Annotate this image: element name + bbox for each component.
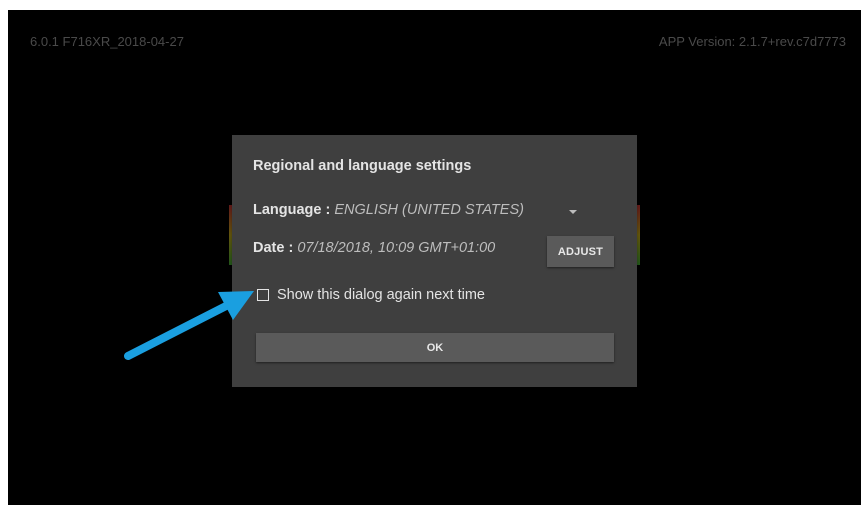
show-dialog-again-checkbox-row[interactable]: Show this dialog again next time [257,287,485,303]
date-row: Date : 07/18/2018, 10:09 GMT+01:00 [253,240,495,256]
dropdown-arrow-icon[interactable] [569,210,577,214]
language-value: ENGLISH (UNITED STATES) [334,202,524,218]
date-label: Date : [253,240,298,256]
background-edge-mark-right [637,205,640,265]
dialog-title: Regional and language settings [253,158,472,174]
ok-button[interactable]: OK [256,333,614,362]
regional-language-dialog: Regional and language settings Language … [232,135,637,387]
show-dialog-again-label[interactable]: Show this dialog again next time [277,287,485,303]
date-value: 07/18/2018, 10:09 GMT+01:00 [297,240,496,256]
firmware-version-text: 6.0.1 F716XR_2018-04-27 [30,34,184,49]
show-dialog-again-checkbox[interactable] [257,289,269,301]
app-version-text: APP Version: 2.1.7+rev.c7d7773 [658,34,846,49]
adjust-button[interactable]: ADJUST [547,236,614,267]
tv-screen: 6.0.1 F716XR_2018-04-27 APP Version: 2.1… [8,10,861,505]
language-selector[interactable]: Language : ENGLISH (UNITED STATES) [253,202,598,224]
language-label: Language : [253,202,335,218]
